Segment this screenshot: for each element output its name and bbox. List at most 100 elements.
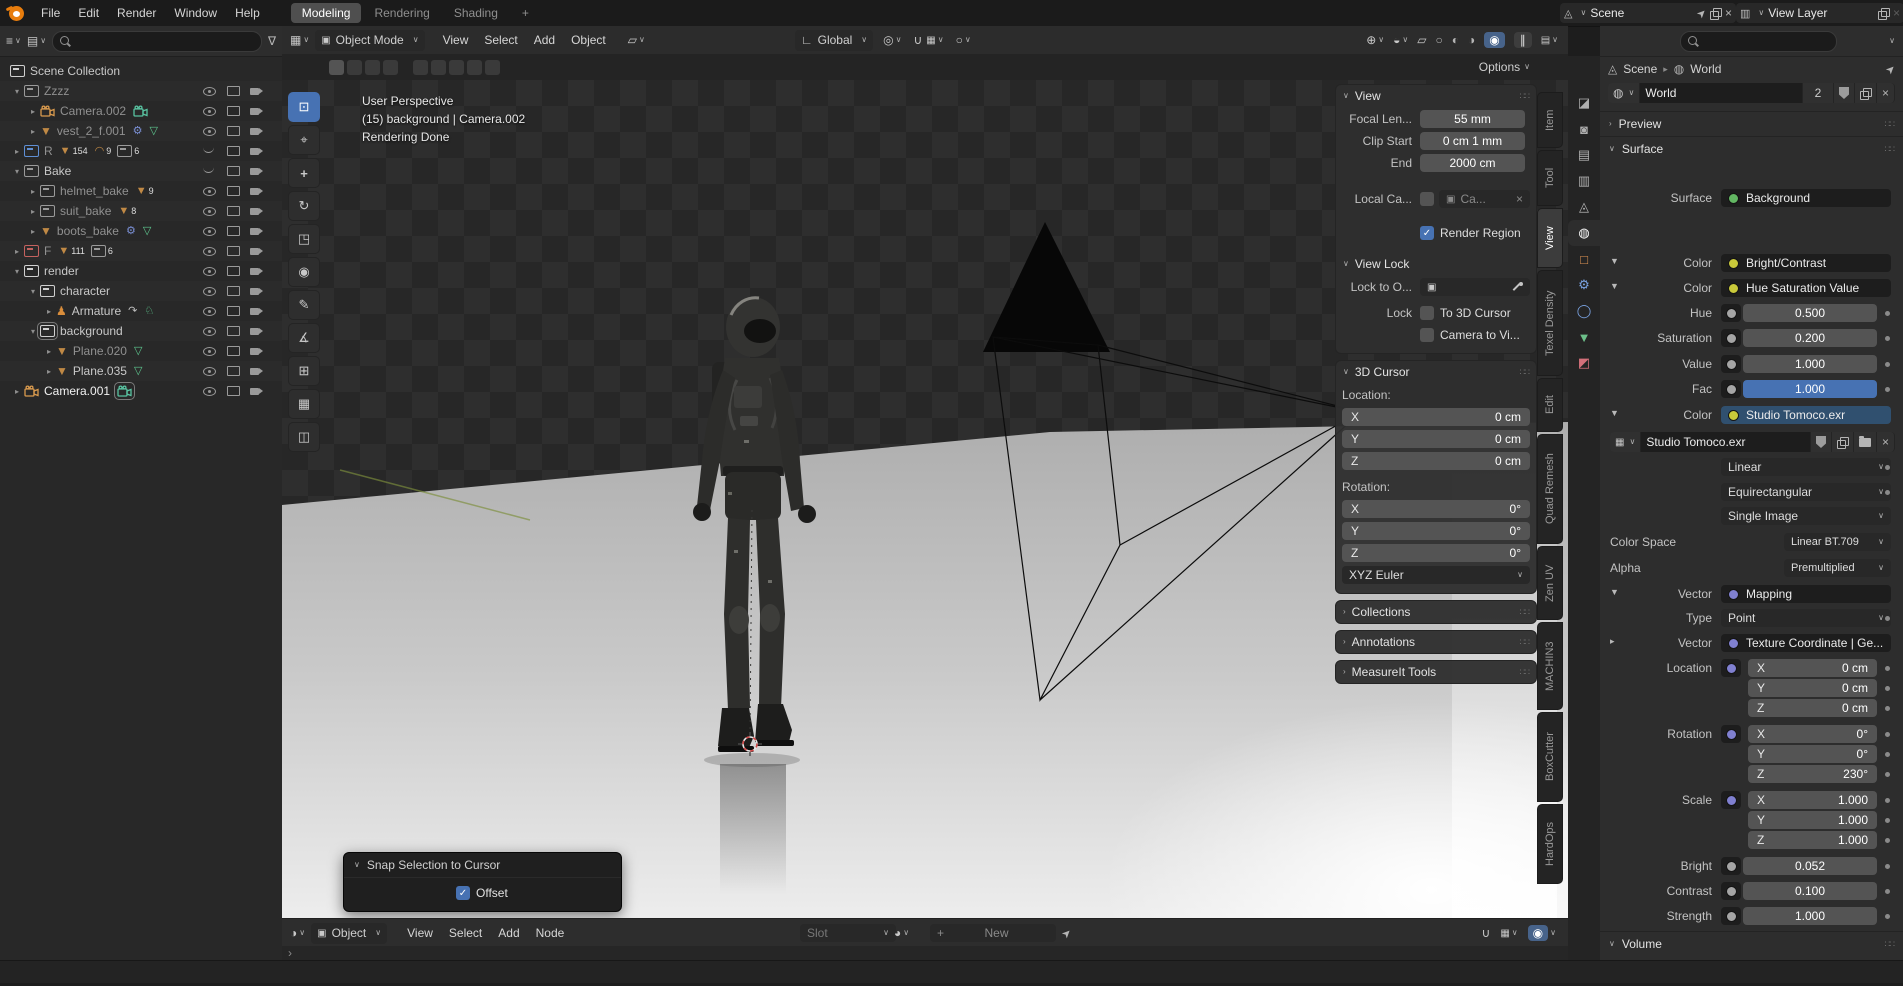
tab-tool-properties[interactable]: ◪ [1568, 90, 1600, 116]
mapping-location-z[interactable]: Z0 cm [1748, 699, 1877, 717]
disable-viewport-icon[interactable] [227, 226, 240, 236]
decorator-dot[interactable] [1885, 706, 1890, 711]
lock-to-object-field[interactable]: ▣ [1420, 278, 1530, 296]
mapping-location-y[interactable]: Y0 cm [1748, 679, 1877, 697]
tab-physics-properties[interactable]: ◯ [1568, 298, 1600, 324]
outliner-row-r[interactable]: ▸ R ▼154 ◠9 6 [0, 141, 282, 161]
camera-to-view-checkbox[interactable] [1420, 328, 1434, 342]
tab-view[interactable]: View [1537, 208, 1563, 268]
preview-panel-header[interactable]: › Preview ∷∷ [1600, 111, 1903, 136]
decorator-dot[interactable] [1885, 914, 1890, 919]
disable-render-icon[interactable] [250, 108, 259, 115]
decorator-dot[interactable] [1885, 465, 1890, 470]
properties-search-input[interactable] [1680, 31, 1837, 52]
decorator-dot[interactable] [1885, 311, 1890, 316]
tab-render-properties[interactable]: ◙ [1568, 116, 1600, 142]
cursor-location-x[interactable]: X0 cm [1342, 408, 1530, 426]
menu-render[interactable]: Render [108, 0, 165, 26]
contrast-slider[interactable]: 0.100 [1743, 882, 1877, 900]
tab-machin3[interactable]: MACHIN3 [1537, 622, 1563, 710]
bright-socket-button[interactable] [1721, 857, 1741, 875]
cursor-rotation-x[interactable]: X0° [1342, 500, 1530, 518]
decorator-dot[interactable] [1885, 686, 1890, 691]
display-mode-button[interactable]: ▤∨ [27, 34, 46, 48]
drag-handle-icon[interactable]: ∷∷ [1885, 939, 1894, 950]
tab-quad-remesh[interactable]: Quad Remesh [1537, 434, 1563, 544]
tab-view-layer-properties[interactable]: ▥ [1568, 168, 1600, 194]
snap-magnet-icon[interactable]: ∪ [1482, 926, 1491, 940]
filter-dropdown-icon[interactable]: ∨ [1889, 37, 1895, 45]
disable-render-icon[interactable] [250, 328, 259, 335]
outliner-row-suit-bake[interactable]: ▸ suit_bake ▼8 [0, 201, 282, 221]
hardops-tool[interactable]: ◫ [288, 422, 320, 452]
drag-handle-icon[interactable]: ∷∷ [1520, 367, 1529, 378]
expand-icon[interactable]: ▼ [1610, 408, 1619, 418]
editor-type-button[interactable]: ▦∨ [290, 33, 309, 47]
hide-eye-icon[interactable] [202, 341, 218, 361]
disable-viewport-icon[interactable] [227, 166, 240, 176]
tab-object-properties[interactable]: □ [1568, 246, 1600, 272]
drag-handle-icon[interactable]: ∷∷ [1520, 607, 1529, 618]
collections-panel-header[interactable]: › Collections ∷∷ [1336, 601, 1536, 623]
expand-icon[interactable]: ▸ [42, 347, 56, 356]
shader-type-dropdown[interactable]: ▣ Object ∨ [311, 923, 387, 944]
expand-icon[interactable]: ▸ [42, 367, 56, 376]
disable-render-icon[interactable] [250, 288, 259, 295]
tab-shading[interactable]: Shading [443, 3, 509, 23]
cursor-tool[interactable]: ⌖ [288, 125, 320, 155]
outliner-row-f[interactable]: ▸ F ▼111 6 [0, 241, 282, 261]
expand-icon[interactable]: ▸ [26, 207, 40, 216]
texture-coordinate-field[interactable]: Texture Coordinate | Ge... [1721, 634, 1891, 652]
tool-option-button[interactable] [467, 60, 482, 75]
copy-icon[interactable] [1710, 8, 1721, 19]
mapping-rotation-z[interactable]: Z230° [1748, 765, 1877, 783]
hide-eye-icon[interactable] [202, 221, 218, 241]
pin-icon[interactable]: ➤ [1883, 61, 1899, 77]
cursor-location-z[interactable]: Z0 cm [1342, 452, 1530, 470]
viewport-menu-view[interactable]: View [435, 33, 477, 47]
3d-cursor-panel-header[interactable]: ∨ 3D Cursor ∷∷ [1336, 361, 1536, 383]
disable-viewport-icon[interactable] [227, 146, 240, 156]
material-browse-dropdown[interactable]: ◕∨ [894, 926, 909, 940]
decorator-dot[interactable] [1885, 889, 1890, 894]
annotate-tool[interactable]: ✎ [288, 290, 320, 320]
collapse-icon[interactable]: ▾ [10, 87, 24, 96]
expand-icon[interactable]: ▼ [1610, 281, 1619, 291]
hidden-eye-icon[interactable] [202, 161, 218, 181]
disable-render-icon[interactable] [250, 308, 259, 315]
hide-eye-icon[interactable] [202, 121, 218, 141]
outliner-row-plane-020[interactable]: ▸ ▼ Plane.020 ▽ [0, 341, 282, 361]
drag-handle-icon[interactable]: ∷∷ [1520, 91, 1529, 102]
fac-socket-button[interactable] [1721, 380, 1741, 398]
shading-wireframe-button[interactable]: ○ [1435, 33, 1442, 47]
tab-material-properties[interactable]: ◩ [1568, 350, 1600, 376]
hidden-eye-icon[interactable] [202, 141, 218, 161]
active-tool-widget[interactable]: ▱∨ [628, 33, 645, 47]
focal-length-field[interactable]: 55 mm [1420, 110, 1525, 128]
disable-viewport-icon[interactable] [227, 86, 240, 96]
local-camera-checkbox[interactable] [1420, 192, 1434, 206]
menu-file[interactable]: File [32, 0, 69, 26]
measure-tool[interactable]: ∡ [288, 323, 320, 353]
hide-eye-icon[interactable] [202, 181, 218, 201]
disable-render-icon[interactable] [250, 268, 259, 275]
render-region-checkbox[interactable]: ✓ [1420, 226, 1434, 240]
drag-handle-icon[interactable]: ∷∷ [1885, 144, 1894, 155]
disable-render-icon[interactable] [250, 128, 259, 135]
projection-dropdown[interactable]: Equirectangular∨ [1721, 483, 1891, 501]
add-cube-tool[interactable]: ⊞ [288, 356, 320, 386]
menu-help[interactable]: Help [226, 0, 269, 26]
scene-selector[interactable]: ◬∨ Scene ➤ × [1560, 3, 1736, 23]
rotation-order-dropdown[interactable]: XYZ Euler∨ [1342, 566, 1530, 584]
image-browse-dropdown[interactable]: ▦∨ [1610, 432, 1641, 452]
tool-option-button[interactable] [449, 60, 464, 75]
shader-menu-add[interactable]: Add [490, 926, 527, 940]
menu-window[interactable]: Window [165, 0, 226, 26]
fake-user-button[interactable] [1834, 83, 1855, 103]
filter-icon[interactable]: ∇ [268, 34, 276, 48]
clear-icon[interactable]: × [1516, 192, 1523, 206]
snap-settings-dropdown[interactable]: ▦∨ [926, 35, 943, 46]
alpha-dropdown[interactable]: Premultiplied∨ [1784, 559, 1891, 577]
value-socket-button[interactable] [1721, 355, 1741, 373]
editor-type-button[interactable]: ◑∨ [290, 926, 305, 940]
